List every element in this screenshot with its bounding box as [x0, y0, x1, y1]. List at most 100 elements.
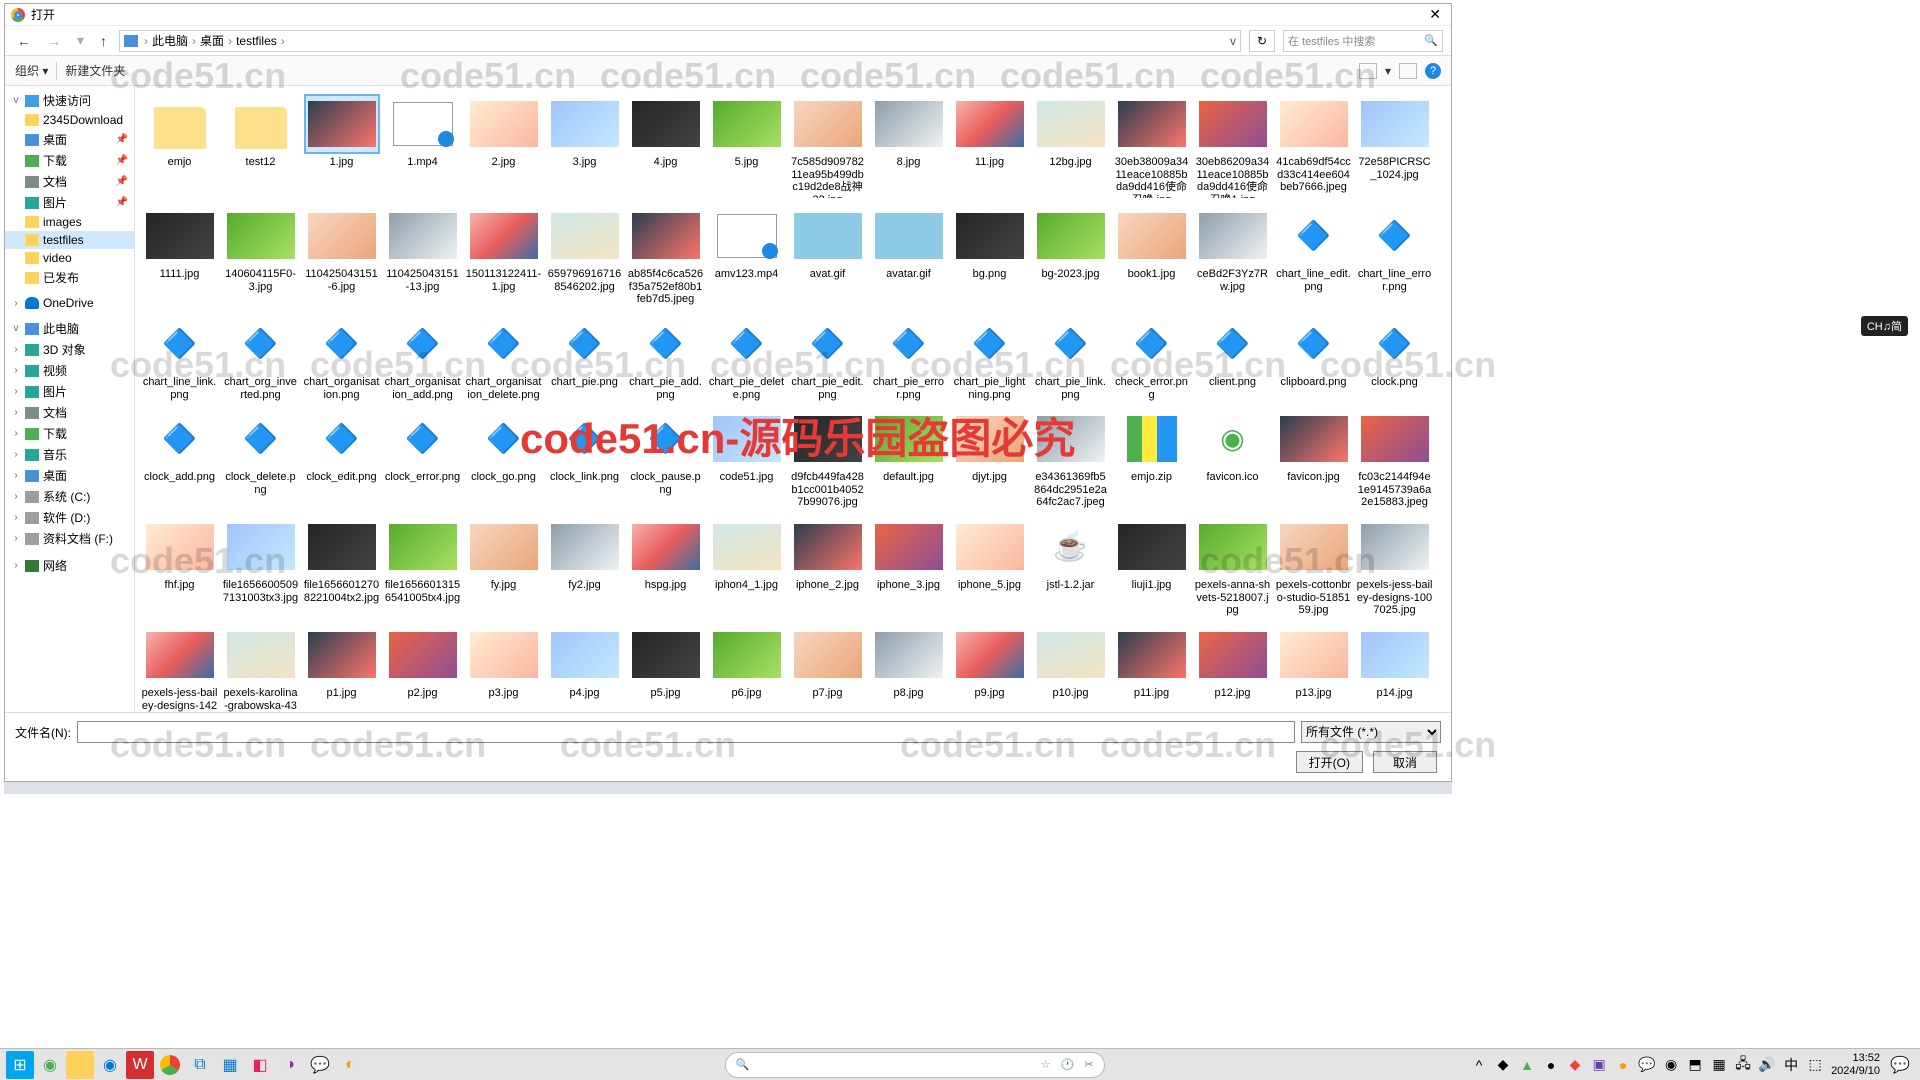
file-item[interactable]: 🔷clock_link.png	[545, 411, 625, 509]
view-button[interactable]	[1359, 63, 1377, 79]
taskbar[interactable]: ⊞ ◉ ◉ W ⧉ ▦ ◧ ◑ 💬 ◐ 🔍 ☆ 🕐 ✂ ^ ◆ ▲ ● ◆ ▣ …	[0, 1048, 1920, 1080]
breadcrumb-pc[interactable]: 此电脑	[148, 32, 192, 49]
file-item[interactable]: 🔷chart_organisation_add.png	[383, 316, 463, 401]
clock-icon[interactable]: 🕐	[1061, 1058, 1075, 1071]
up-button[interactable]: ↑	[96, 33, 111, 49]
notification-button[interactable]: 💬	[1886, 1051, 1914, 1079]
file-item[interactable]: p9.jpg	[950, 627, 1030, 712]
sidebar-published[interactable]: 已发布	[5, 267, 134, 288]
file-item[interactable]: file16566012708221004tx2.jpg	[302, 519, 382, 617]
file-item[interactable]: amv123.mp4	[707, 208, 787, 306]
tray-icon[interactable]: ⬒	[1687, 1057, 1703, 1073]
close-button[interactable]: ✕	[1425, 6, 1445, 23]
file-item[interactable]: 110425043151-6.jpg	[302, 208, 382, 306]
file-item[interactable]: p4.jpg	[545, 627, 625, 712]
taskbar-wps-icon[interactable]: W	[126, 1051, 154, 1079]
taskbar-edge-icon[interactable]: ◉	[96, 1051, 124, 1079]
taskbar-search[interactable]: 🔍 ☆ 🕐 ✂	[725, 1052, 1105, 1078]
file-item[interactable]: p7.jpg	[788, 627, 868, 712]
file-item[interactable]: book1.jpg	[1112, 208, 1192, 306]
tray-icon[interactable]: ◉	[1663, 1057, 1679, 1073]
file-item[interactable]: 🔷chart_line_edit.png	[1274, 208, 1354, 306]
file-item[interactable]: p5.jpg	[626, 627, 706, 712]
file-item[interactable]: bg-2023.jpg	[1031, 208, 1111, 306]
file-grid[interactable]: emjotest121.jpg1.mp42.jpg3.jpg4.jpg5.jpg…	[135, 86, 1451, 712]
file-item[interactable]: p6.jpg	[707, 627, 787, 712]
sidebar-downloads[interactable]: 下载📌	[5, 150, 134, 171]
tray-icon[interactable]: ▦	[1711, 1057, 1727, 1073]
file-item[interactable]: pexels-cottonbro-studio-5185159.jpg	[1274, 519, 1354, 617]
taskbar-wechat-icon[interactable]: 💬	[306, 1051, 334, 1079]
file-item[interactable]: 30eb86209a3411eace10885bda9dd416使命召唤1.jp…	[1193, 96, 1273, 198]
file-item[interactable]: 🔷chart_line_link.png	[140, 316, 220, 401]
cancel-button[interactable]: 取消	[1373, 751, 1437, 773]
filetype-select[interactable]: 所有文件 (*.*)	[1301, 721, 1441, 743]
file-item[interactable]: ◉favicon.ico	[1193, 411, 1273, 509]
file-item[interactable]: p8.jpg	[869, 627, 949, 712]
file-item[interactable]: bg.png	[950, 208, 1030, 306]
tray-network-icon[interactable]: 🖧	[1735, 1057, 1751, 1073]
sidebar-drive-c[interactable]: ›系统 (C:)	[5, 486, 134, 507]
file-item[interactable]: 4.jpg	[626, 96, 706, 198]
sidebar-testfiles[interactable]: testfiles	[5, 231, 134, 249]
file-item[interactable]: iphone_3.jpg	[869, 519, 949, 617]
tray-icon[interactable]: ●	[1543, 1057, 1559, 1073]
tray-icon[interactable]: ⬚	[1807, 1057, 1823, 1073]
file-item[interactable]: fc03c2144f94e1e9145739a6a2e15883.jpeg	[1355, 411, 1435, 509]
file-item[interactable]: 🔷chart_pie_delete.png	[707, 316, 787, 401]
file-item[interactable]: 🔷clipboard.png	[1274, 316, 1354, 401]
taskbar-explorer-icon[interactable]	[66, 1051, 94, 1079]
breadcrumb-desktop[interactable]: 桌面	[196, 32, 228, 49]
file-item[interactable]: d9fcb449fa428b1cc001b40527b99076.jpg	[788, 411, 868, 509]
tray-wechat-icon[interactable]: 💬	[1639, 1057, 1655, 1073]
file-item[interactable]: 🔷check_error.png	[1112, 316, 1192, 401]
file-item[interactable]: test12	[221, 96, 301, 198]
file-item[interactable]: p13.jpg	[1274, 627, 1354, 712]
file-item[interactable]: iphone_5.jpg	[950, 519, 1030, 617]
file-item[interactable]: 1.mp4	[383, 96, 463, 198]
file-item[interactable]: pexels-karolina-grabowska-4386466.jpg	[221, 627, 301, 712]
tray-icon[interactable]: ▣	[1591, 1057, 1607, 1073]
file-item[interactable]: fhf.jpg	[140, 519, 220, 617]
sidebar-drive-f[interactable]: ›资料文档 (F:)	[5, 528, 134, 549]
file-item[interactable]: p1.jpg	[302, 627, 382, 712]
file-item[interactable]: 30eb38009a3411eace10885bda9dd416使命召唤.jpg	[1112, 96, 1192, 198]
preview-button[interactable]	[1399, 63, 1417, 79]
tray-icon[interactable]: ●	[1615, 1057, 1631, 1073]
system-tray[interactable]: ^ ◆ ▲ ● ◆ ▣ ● 💬 ◉ ⬒ ▦ 🖧 🔊 中 ⬚	[1471, 1057, 1823, 1073]
file-item[interactable]: iphon4_1.jpg	[707, 519, 787, 617]
taskbar-vscode-icon[interactable]: ⧉	[186, 1051, 214, 1079]
breadcrumb[interactable]: › 此电脑 › 桌面 › testfiles › v	[119, 30, 1241, 52]
file-item[interactable]: 12bg.jpg	[1031, 96, 1111, 198]
recent-dropdown[interactable]: ▾	[73, 32, 88, 49]
file-item[interactable]: 1111.jpg	[140, 208, 220, 306]
taskbar-clock[interactable]: 13:52 2024/9/10	[1831, 1052, 1880, 1076]
file-item[interactable]: 7c585d90978211ea95b499dbc19d2de8战神32.jpg	[788, 96, 868, 198]
sidebar-desktop[interactable]: 桌面📌	[5, 129, 134, 150]
sidebar-videos[interactable]: ›视频	[5, 360, 134, 381]
breadcrumb-dropdown[interactable]: v	[1230, 34, 1236, 48]
file-item[interactable]: code51.jpg	[707, 411, 787, 509]
tray-volume-icon[interactable]: 🔊	[1759, 1057, 1775, 1073]
filename-input[interactable]	[77, 721, 1295, 743]
sidebar-drive-d[interactable]: ›软件 (D:)	[5, 507, 134, 528]
file-item[interactable]: fy.jpg	[464, 519, 544, 617]
file-item[interactable]: 🔷chart_pie_edit.png	[788, 316, 868, 401]
file-item[interactable]: emjo.zip	[1112, 411, 1192, 509]
file-item[interactable]: 🔷chart_pie_add.png	[626, 316, 706, 401]
open-button[interactable]: 打开(O)	[1296, 751, 1363, 773]
file-item[interactable]: 🔷chart_organisation.png	[302, 316, 382, 401]
file-item[interactable]: 🔷chart_pie.png	[545, 316, 625, 401]
file-item[interactable]: ☕jstl-1.2.jar	[1031, 519, 1111, 617]
file-item[interactable]: ab85f4c6ca526f35a752ef80b1feb7d5.jpeg	[626, 208, 706, 306]
new-folder-button[interactable]: 新建文件夹	[65, 62, 125, 79]
file-item[interactable]: p10.jpg	[1031, 627, 1111, 712]
taskbar-app-icon[interactable]: ◧	[246, 1051, 274, 1079]
sidebar-network[interactable]: ›网络	[5, 555, 134, 576]
sidebar-documents[interactable]: 文档📌	[5, 171, 134, 192]
file-item[interactable]: 🔷clock.png	[1355, 316, 1435, 401]
file-item[interactable]: 🔷chart_pie_link.png	[1031, 316, 1111, 401]
file-item[interactable]: p2.jpg	[383, 627, 463, 712]
tray-icon[interactable]: ◆	[1567, 1057, 1583, 1073]
file-item[interactable]: pexels-jess-bailey-designs-1007025.jpg	[1355, 519, 1435, 617]
